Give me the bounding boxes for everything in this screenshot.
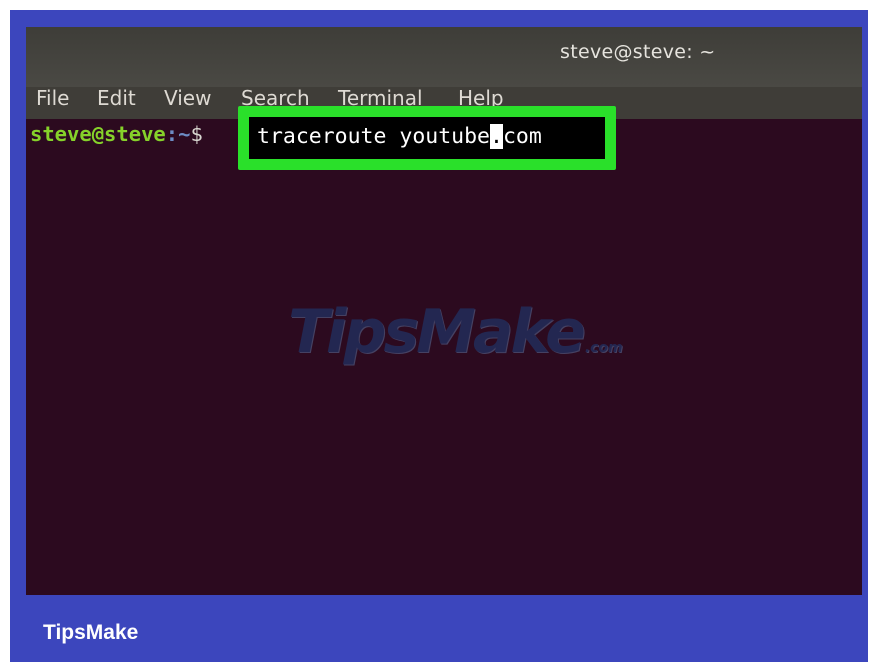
window-titlebar[interactable]: steve@steve: ~	[26, 27, 862, 87]
command-highlight-box: traceroute youtube.com	[238, 106, 616, 170]
menu-view[interactable]: View	[164, 86, 211, 110]
window-title: steve@steve: ~	[560, 41, 716, 63]
watermark-text: TipsMake	[288, 297, 586, 367]
command-before-cursor: traceroute youtube	[257, 124, 490, 149]
terminal-window[interactable]: steve@steve: ~ File Edit View Search Ter…	[26, 27, 862, 595]
text-cursor: .	[490, 124, 503, 149]
footer-brand: TipsMake	[43, 621, 139, 644]
command-highlight-inner: traceroute youtube.com	[249, 117, 605, 159]
command-text[interactable]: traceroute youtube.com	[257, 123, 542, 151]
watermark-logo: TipsMake .com	[288, 297, 623, 367]
menu-edit[interactable]: Edit	[97, 86, 136, 110]
watermark-suffix: .com	[584, 340, 623, 356]
menu-file[interactable]: File	[36, 86, 69, 110]
prompt-user: steve@steve	[30, 122, 166, 146]
prompt-path: :~	[165, 122, 191, 146]
prompt-line: steve@steve:~$	[30, 120, 203, 148]
prompt-dollar: $	[190, 122, 203, 146]
command-after-cursor: com	[502, 124, 542, 149]
